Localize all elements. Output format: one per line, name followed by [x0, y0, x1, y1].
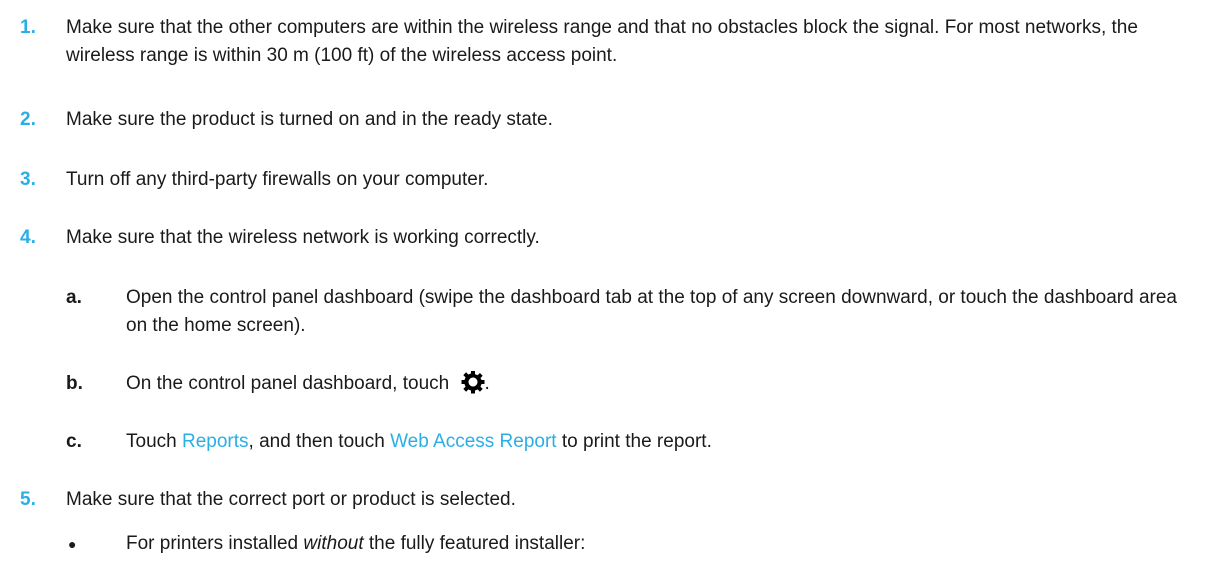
substep-letter: a. [66, 287, 82, 308]
substep-text: On the control panel dashboard, touch . [126, 370, 1201, 398]
reports-link[interactable]: Reports [182, 431, 249, 452]
substep-text: Open the control panel dashboard (swipe … [126, 287, 1177, 336]
step-text: Make sure that the correct port or produ… [66, 489, 516, 510]
bullet-text-part: For printers installed [126, 533, 299, 554]
step-number: 5. [20, 489, 36, 510]
substep-text: Touch Reports, and then touch Web Access… [126, 428, 1201, 456]
bullet-symbol: ● [68, 536, 77, 552]
substep-letter: c. [66, 431, 82, 452]
substep-text-part: Touch [126, 431, 177, 452]
step-text: Turn off any third-party firewalls on yo… [66, 169, 489, 190]
step-text: Make sure the product is turned on and i… [66, 109, 553, 130]
substep-text-before: On the control panel dashboard, touch [126, 373, 450, 394]
substep-text-part: , and then touch [248, 431, 385, 452]
bullet-text-part: the fully featured installer: [368, 533, 586, 554]
step-number: 4. [20, 227, 36, 248]
substep-letter: b. [66, 373, 83, 394]
web-access-report-link[interactable]: Web Access Report [390, 431, 557, 452]
substep-text-after: . [484, 373, 490, 394]
bullet-text-emphasis: without [303, 533, 364, 554]
step-number: 2. [20, 109, 36, 130]
step-number: 1. [20, 17, 36, 38]
bullet-text: For printers installed without the fully… [126, 530, 1205, 558]
substep-text-part: to print the report. [561, 431, 712, 452]
step-number: 3. [20, 169, 36, 190]
step-text: Make sure that the other computers are w… [66, 17, 1138, 66]
step-text: Make sure that the wireless network is w… [66, 227, 540, 248]
gear-icon [461, 371, 485, 394]
